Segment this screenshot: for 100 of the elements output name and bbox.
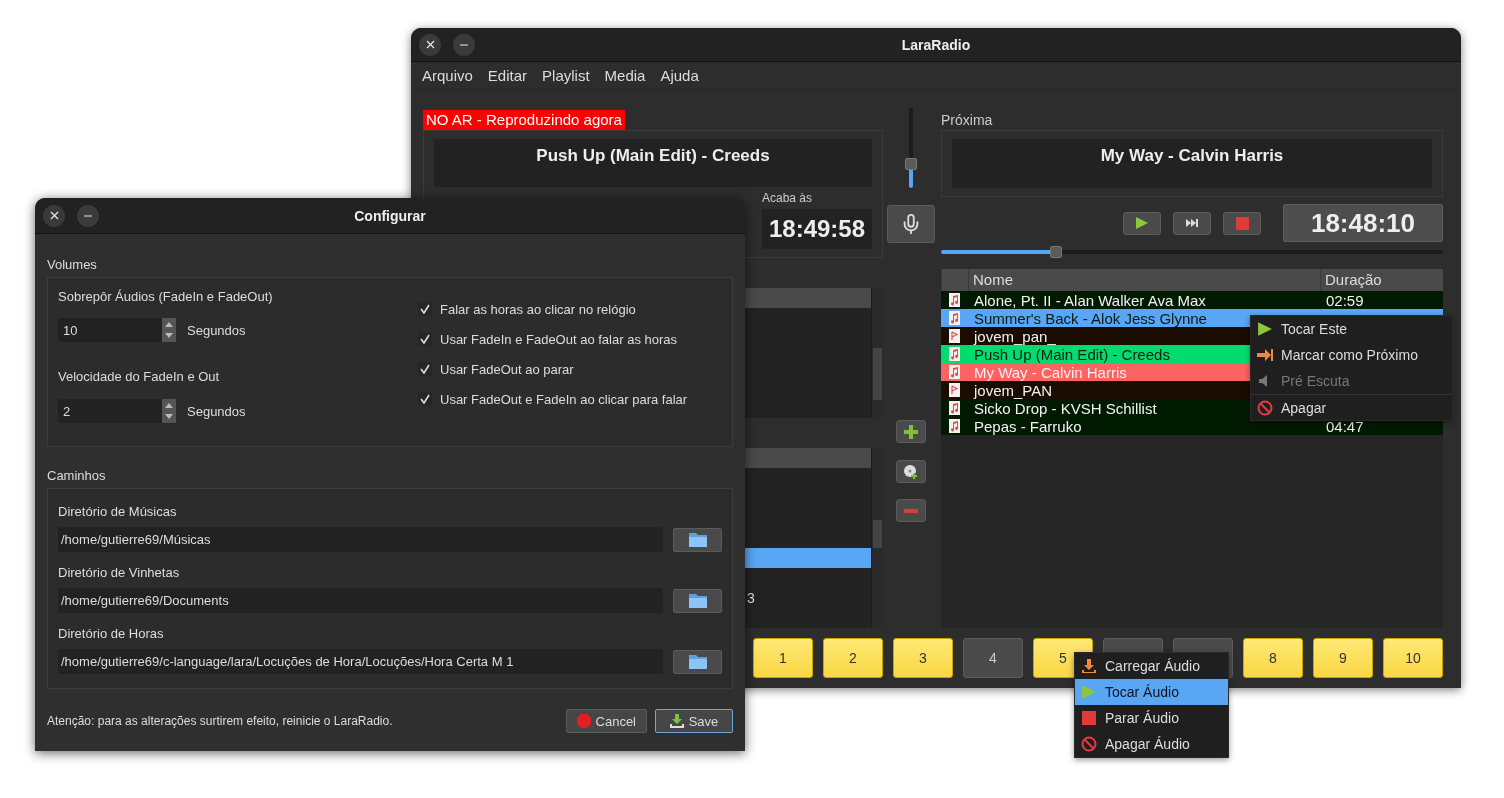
play-icon <box>1081 684 1097 700</box>
minimize-button[interactable] <box>77 204 99 227</box>
clock-display[interactable]: 18:48:10 <box>1283 204 1443 242</box>
menu-item[interactable]: Playlist <box>542 67 590 84</box>
cart-button[interactable]: 3 <box>893 638 953 678</box>
arrow-right-icon <box>1257 348 1273 362</box>
spin-arrows-icon <box>162 318 176 342</box>
music-file-icon <box>949 365 960 379</box>
track-name: Alone, Pt. II - Alan Walker Ava Max <box>973 291 1206 309</box>
browse-button[interactable] <box>673 527 722 552</box>
stop-button[interactable] <box>1223 211 1261 235</box>
track-name: Push Up (Main Edit) - Creeds <box>973 345 1170 363</box>
checkbox-box[interactable] <box>418 392 432 406</box>
checkbox[interactable]: Usar FadeOut ao parar <box>418 361 722 377</box>
browse-button[interactable] <box>673 588 722 613</box>
track-duration: 04:47 <box>1325 417 1364 435</box>
next-title: My Way - Calvin Harris <box>952 139 1432 188</box>
group-label: Volumes <box>47 256 98 274</box>
check-icon <box>420 334 430 344</box>
menu-item[interactable]: Media <box>604 67 646 84</box>
stop-sign-icon <box>576 714 591 728</box>
menu-item[interactable]: Editar <box>487 67 528 84</box>
music-file-icon <box>949 401 960 415</box>
window-title: LaraRadio <box>901 36 971 53</box>
add-button[interactable] <box>896 420 926 443</box>
cart-button[interactable]: 2 <box>823 638 883 678</box>
menu-item[interactable]: Ajuda <box>660 67 699 84</box>
menu-item-label: Marcar como Próximo <box>1281 347 1418 363</box>
checkbox-label: Usar FadeOut ao parar <box>440 361 574 377</box>
list-row[interactable]: 3 <box>743 588 871 608</box>
menu-item[interactable]: Parar Áudio <box>1075 705 1228 731</box>
spin-arrows-icon <box>162 399 176 423</box>
track-name: Pepas - Farruko <box>973 417 1082 435</box>
music-file-icon <box>949 347 960 361</box>
check-icon <box>420 304 430 314</box>
save-button[interactable]: Save <box>655 709 733 733</box>
checkbox-label: Usar FadeIn e FadeOut ao falar as horas <box>440 331 677 347</box>
close-button[interactable] <box>419 33 441 56</box>
field-label: Diretório de Músicas <box>58 503 178 521</box>
cart-button[interactable]: 9 <box>1313 638 1373 678</box>
cart-button[interactable]: 10 <box>1383 638 1443 678</box>
checkbox-box[interactable] <box>418 332 432 346</box>
download-icon <box>1081 658 1097 674</box>
add-disc-button[interactable] <box>896 460 926 483</box>
menu-item[interactable]: Tocar Áudio <box>1075 679 1228 705</box>
menu-item-label: Apagar <box>1281 399 1327 416</box>
menu-item[interactable]: Apagar <box>1251 394 1452 420</box>
end-time-label: Acaba às <box>762 191 814 205</box>
restart-note: Atenção: para as alterações surtirem efeito, reinicie o LaraRadio. <box>47 714 393 728</box>
plus-icon <box>904 424 918 439</box>
microphone-button[interactable] <box>887 205 935 243</box>
music-file-icon <box>949 419 960 433</box>
disc-icon <box>903 463 919 480</box>
slider-handle[interactable] <box>1050 246 1063 258</box>
cart-button[interactable]: 4 <box>963 638 1023 678</box>
track-name: jovem_pan_ <box>972 327 1056 345</box>
checkbox-box[interactable] <box>418 362 432 376</box>
browse-button[interactable] <box>673 649 722 674</box>
spin-box[interactable]: 2 <box>58 399 176 423</box>
menu-item-label: Tocar Áudio <box>1105 684 1179 700</box>
minimize-button[interactable] <box>453 33 475 56</box>
now-playing-title: Push Up (Main Edit) - Creeds <box>434 139 872 187</box>
folder-icon <box>688 593 707 608</box>
on-air-label: NO AR - Reproduzindo agora <box>423 110 625 130</box>
menu-item-label: Apagar Áudio <box>1105 736 1190 752</box>
cart-button[interactable]: 8 <box>1243 638 1303 678</box>
file-icon <box>949 383 960 397</box>
download-icon <box>669 714 684 728</box>
cancel-button[interactable]: Cancel <box>565 709 647 733</box>
checkbox[interactable]: Falar as horas ao clicar no relógio <box>418 301 722 317</box>
slider-handle[interactable] <box>905 158 917 170</box>
field-label: Sobrepôr Áudios (FadeIn e FadeOut) <box>58 288 274 306</box>
cart-button[interactable]: 1 <box>753 638 813 678</box>
checkbox[interactable]: Usar FadeIn e FadeOut ao falar as horas <box>418 331 722 347</box>
end-time-display: 18:49:58 <box>762 209 872 249</box>
playlist-row[interactable]: Alone, Pt. II - Alan Walker Ava Max 02:59 <box>941 291 1443 309</box>
play-button[interactable] <box>1123 211 1161 235</box>
checkbox-box[interactable] <box>418 302 432 316</box>
close-button[interactable] <box>43 204 65 227</box>
field-label: Diretório de Vinhetas <box>58 564 181 582</box>
play-icon <box>1257 321 1273 337</box>
skip-button[interactable] <box>1173 211 1211 235</box>
path-field[interactable]: /home/gutierre69/Documents <box>58 588 663 613</box>
menu-item[interactable]: Apagar Áudio <box>1075 731 1228 757</box>
group-label: Caminhos <box>47 467 107 485</box>
checkbox[interactable]: Usar FadeOut e FadeIn ao clicar para falar <box>418 391 722 407</box>
path-field[interactable]: /home/gutierre69/Músicas <box>58 527 663 552</box>
playlist-row[interactable]: Pepas - Farruko 04:47 <box>941 417 1443 435</box>
menu-item[interactable]: Arquivo <box>422 67 473 84</box>
path-field[interactable]: /home/gutierre69/c-language/lara/Locuções de Hora/Locuções/Hora Certa M 1 <box>58 649 663 674</box>
unit-label: Segundos <box>187 403 246 419</box>
checkbox-label: Falar as horas ao clicar no relógio <box>440 301 636 317</box>
spin-box[interactable]: 10 <box>58 318 176 342</box>
folder-icon <box>688 532 707 547</box>
track-name: Sicko Drop - KVSH Schillist <box>973 399 1157 417</box>
play-icon <box>1135 216 1149 230</box>
stop-icon <box>1081 710 1097 726</box>
dialog-title: Configurar <box>354 207 426 224</box>
minus-icon <box>904 508 918 513</box>
track-name: My Way - Calvin Harris <box>973 363 1127 381</box>
